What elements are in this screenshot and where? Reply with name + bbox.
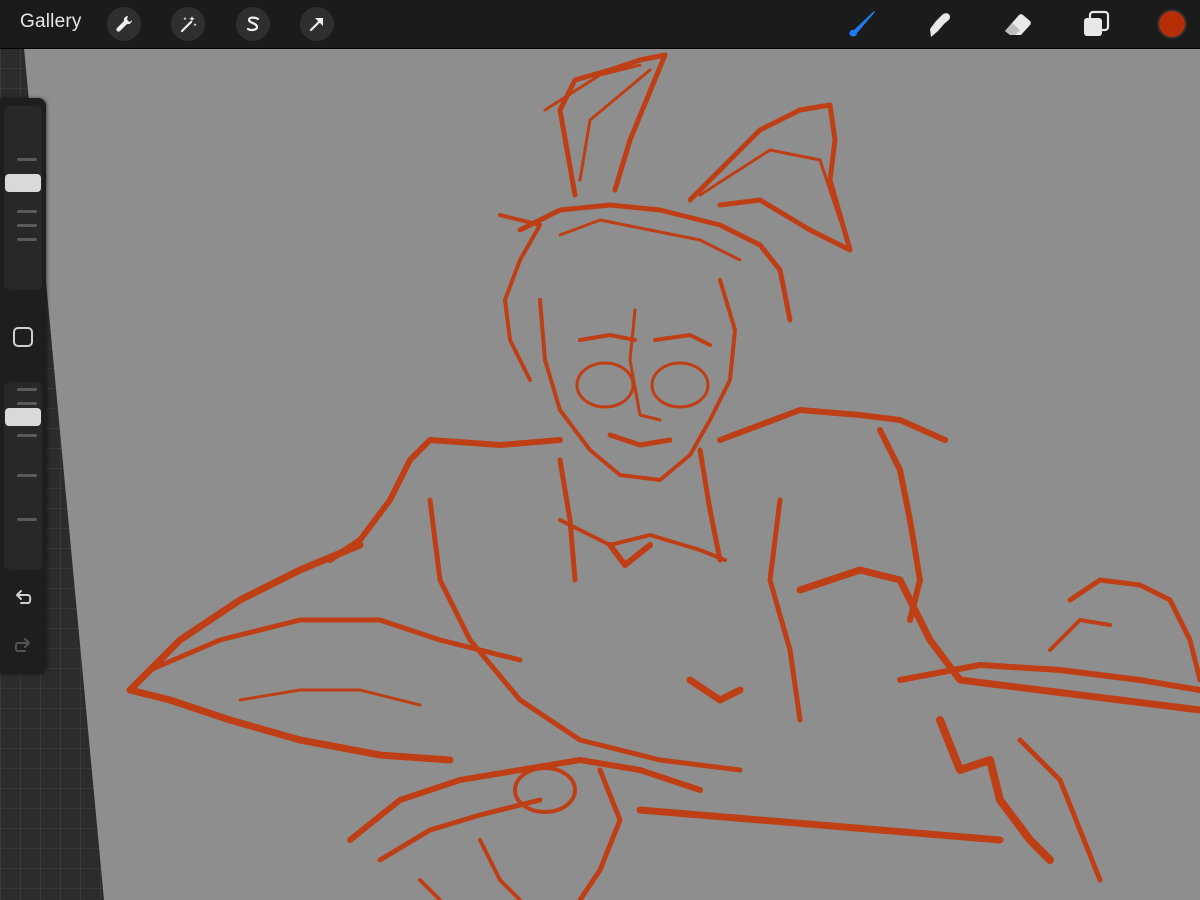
- undo-icon[interactable]: [11, 586, 35, 610]
- brush-size-slider[interactable]: [4, 106, 42, 290]
- slider-tick: [17, 518, 37, 521]
- color-swatch[interactable]: [1157, 9, 1187, 39]
- slider-tick: [17, 434, 37, 437]
- slider-tick: [17, 402, 37, 405]
- brush-size-thumb[interactable]: [5, 174, 41, 192]
- drawing-canvas[interactable]: [0, 48, 1200, 900]
- eraser-icon[interactable]: [1000, 6, 1036, 42]
- opacity-slider[interactable]: [4, 382, 42, 570]
- gallery-button[interactable]: Gallery: [20, 11, 82, 33]
- top-toolbar: Gallery: [0, 0, 1200, 49]
- slider-tick: [17, 238, 37, 241]
- slider-tick: [17, 158, 37, 161]
- slider-tick: [17, 224, 37, 227]
- opacity-thumb[interactable]: [5, 408, 41, 426]
- wrench-icon[interactable]: [107, 7, 141, 41]
- transform-arrow-icon[interactable]: [300, 7, 334, 41]
- smudge-icon[interactable]: [921, 6, 957, 42]
- canvas-surface: [24, 48, 1200, 900]
- layers-icon[interactable]: [1078, 6, 1114, 42]
- square-modify-icon[interactable]: [13, 327, 33, 347]
- magic-wand-icon[interactable]: [171, 7, 205, 41]
- brush-icon[interactable]: [843, 6, 879, 42]
- slider-tick: [17, 210, 37, 213]
- slider-tick: [17, 474, 37, 477]
- selection-icon[interactable]: [236, 7, 270, 41]
- redo-icon[interactable]: [11, 634, 35, 658]
- slider-tick: [17, 388, 37, 391]
- left-sidebar: [0, 98, 46, 674]
